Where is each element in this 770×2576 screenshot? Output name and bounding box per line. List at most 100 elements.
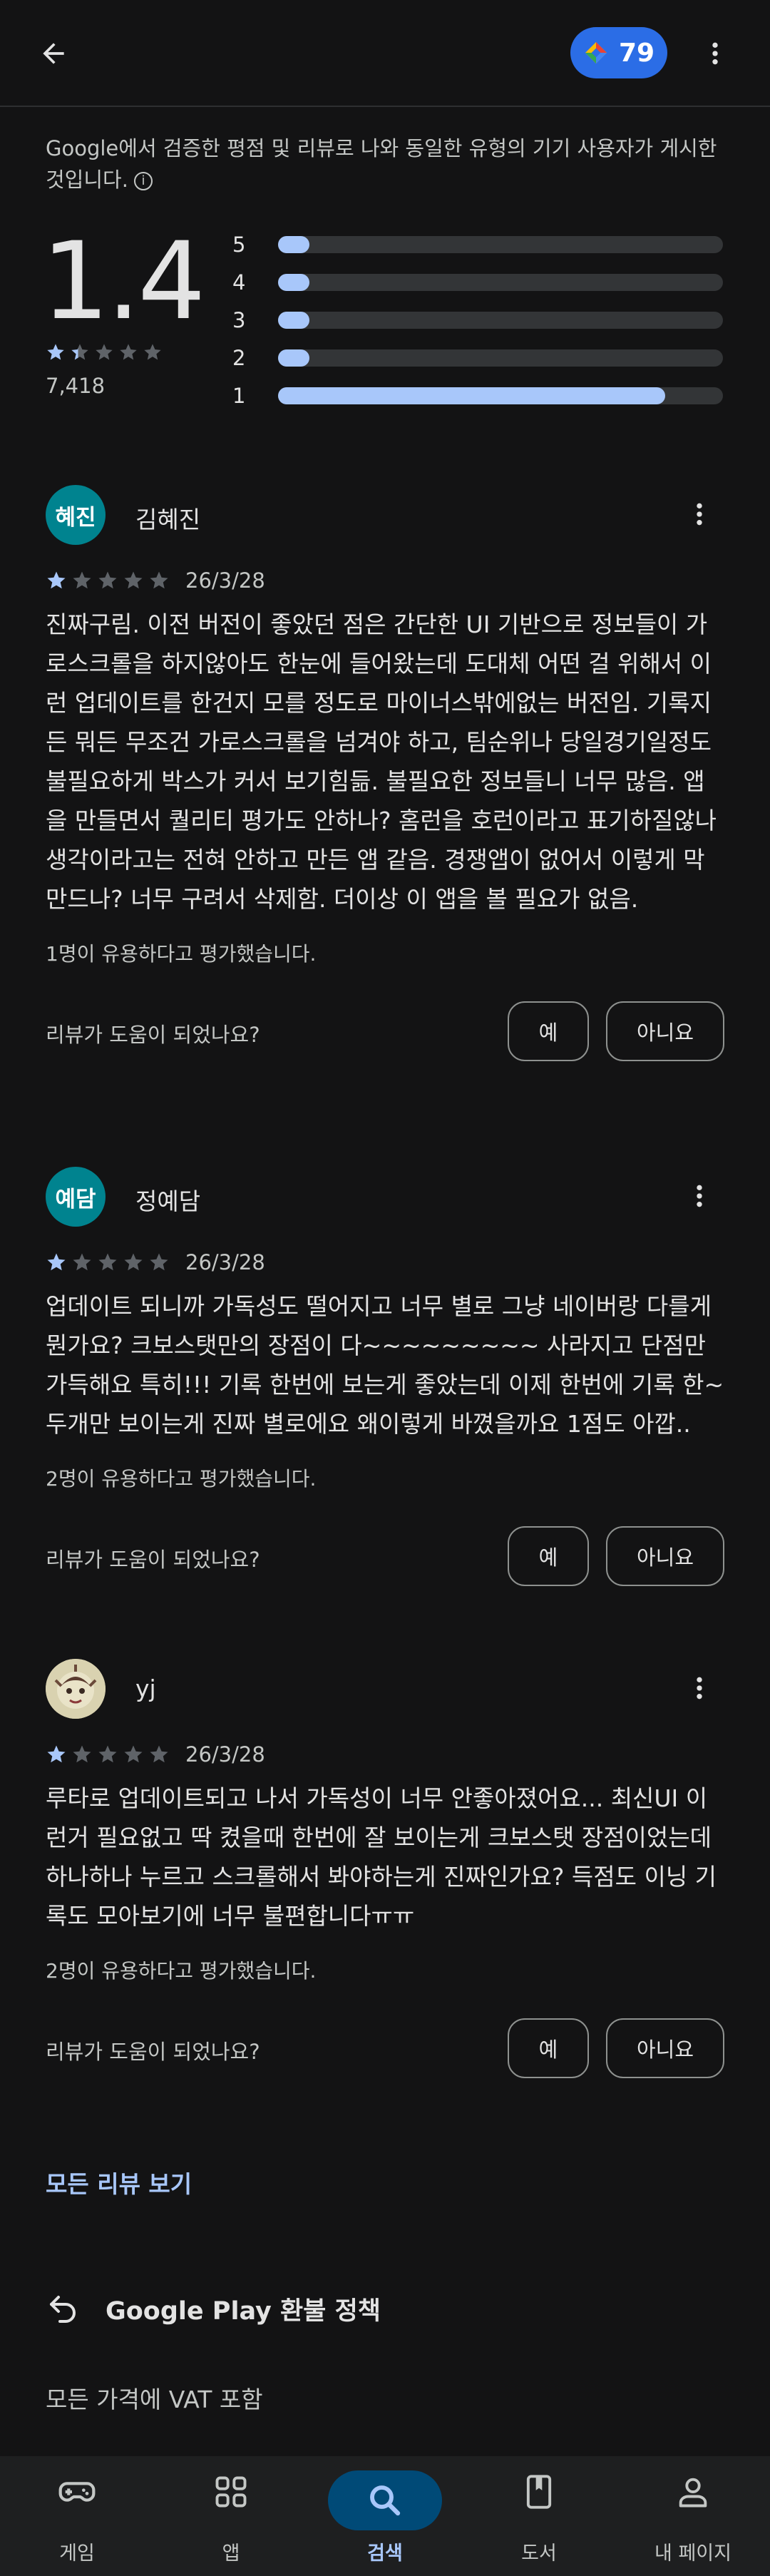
refund-policy-label: Google Play 환불 정책 [106,2296,381,2326]
helpful-question: 리뷰가 도움이 되었나요? [46,1023,260,1047]
review-more-button[interactable] [674,1663,724,1713]
top-app-bar: 79 [0,0,770,106]
helpful-count: 2명이 유용하다고 평가했습니다. [46,1467,317,1491]
person-icon [679,2478,707,2508]
reviewer-name: 정예담 [135,1187,201,1215]
helpful-no-button[interactable]: 아니요 [606,1526,724,1586]
avatar [46,1659,106,1719]
review-more-button[interactable] [674,1171,724,1221]
vat-notice: 모든 가격에 VAT 포함 [46,2386,263,2413]
star-icon [124,1253,143,1271]
nav-books[interactable]: 도서 [475,2469,603,2569]
apps-grid-icon [215,2476,247,2508]
nav-games[interactable]: 게임 [13,2469,141,2569]
verified-notice: Google에서 검증한 평점 및 리뷰로 나와 동일한 유형의 기기 사용자가… [46,133,730,195]
histogram-bar [278,273,309,291]
review-text: 루타로 업데이트되고 나서 가독성이 너무 안좋아졌어요... 최신UI 이런거… [46,1784,717,1930]
nav-search[interactable]: 검색 [321,2469,449,2569]
nav-label: 검색 [367,2542,403,2565]
average-rating: 1.4 [41,220,206,344]
star-icon [47,1253,66,1271]
more-vert-icon [697,1185,702,1207]
histogram-bar [278,349,309,367]
review-stars [46,1252,170,1273]
star-icon [124,1745,143,1763]
play-points-badge[interactable]: 79 [570,27,667,78]
helpful-yes-button[interactable]: 예 [508,2018,589,2078]
more-options-button[interactable] [690,29,740,78]
arrow-back-icon [43,43,64,64]
star-icon [73,1253,91,1271]
review-stars [46,1744,170,1765]
avatar-image-icon [46,1659,106,1719]
histogram-label: 1 [232,383,246,408]
review-card: yj 26/3/28 루타로 업데이트되고 나서 가독성이 너무 안좋아졌어요.… [46,1659,724,2080]
histogram-label: 4 [232,270,246,295]
review-text: 진짜구림. 이전 버전이 좋았던 점은 간단한 UI 기반으로 정보들이 가로스… [46,610,717,913]
review-date: 26/3/28 [185,568,265,593]
reviewer-name: 김혜진 [135,506,201,533]
back-button[interactable] [29,29,78,78]
info-icon[interactable]: i [133,172,153,190]
more-vert-icon [697,1677,702,1700]
histogram-track [278,273,723,291]
nav-apps[interactable]: 앱 [167,2469,295,2569]
histogram-track [278,387,723,404]
star-icon [150,571,168,589]
star-icon [120,344,137,360]
review-more-button[interactable] [674,489,724,539]
review-date: 26/3/28 [185,1742,265,1767]
helpful-no-button[interactable]: 아니요 [606,2018,724,2078]
avatar: 예담 [46,1167,106,1227]
star-icon [47,571,66,589]
histogram-track [278,349,723,367]
histogram-row: 4 [232,263,732,301]
more-vert-icon [712,42,718,65]
undo-arrow-icon [50,2296,76,2323]
review-card: 혜진 김혜진 26/3/28 진짜구림. 이전 버전이 좋았던 점은 간단한 U… [46,485,724,1063]
points-count: 79 [618,38,655,68]
star-icon [47,344,64,360]
average-stars [46,342,163,362]
play-points-icon [585,42,607,63]
star-icon [98,1745,117,1763]
helpful-count: 1명이 유용하다고 평가했습니다. [46,942,317,966]
histogram-track [278,311,723,329]
helpful-count: 2명이 유용하다고 평가했습니다. [46,1959,317,1983]
gamepad-icon [58,2482,96,2502]
helpful-question: 리뷰가 도움이 되었나요? [46,2040,260,2064]
reviewer-name: yj [135,1675,156,1702]
histogram-label: 5 [232,232,246,257]
review-text: 업데이트 되니까 가독성도 떨어지고 너무 별로 그냥 네이버랑 다를게 뭔가요… [46,1292,724,1438]
helpful-yes-button[interactable]: 예 [508,1001,589,1061]
nav-label: 내 페이지 [654,2542,732,2565]
book-icon [526,2475,552,2509]
review-date: 26/3/28 [185,1250,265,1274]
refund-policy-link[interactable]: Google Play 환불 정책 [46,2284,381,2334]
total-review-count: 7,418 [46,374,106,398]
star-icon [73,571,91,589]
histogram-track [278,235,723,253]
helpful-no-button[interactable]: 아니요 [606,1001,724,1061]
star-icon [144,344,161,360]
histogram-row: 5 [232,225,732,263]
review-stars [46,570,170,591]
search-icon [370,2485,401,2516]
see-all-reviews-link[interactable]: 모든 리뷰 보기 [46,2165,192,2199]
star-icon [150,1253,168,1271]
histogram-bar [278,387,665,404]
star-icon [150,1745,168,1763]
nav-label: 게임 [59,2542,95,2565]
star-icon [71,344,88,360]
star-icon [98,1253,117,1271]
nav-my-page[interactable]: 내 페이지 [629,2469,757,2569]
helpful-question: 리뷰가 도움이 되었나요? [46,1548,260,1572]
star-icon [124,571,143,589]
histogram-bar [278,235,309,253]
star-icon [98,571,117,589]
histogram-row: 1 [232,377,732,414]
more-vert-icon [697,503,702,526]
histogram-row: 3 [232,301,732,339]
helpful-yes-button[interactable]: 예 [508,1526,589,1586]
star-icon [73,1745,91,1763]
